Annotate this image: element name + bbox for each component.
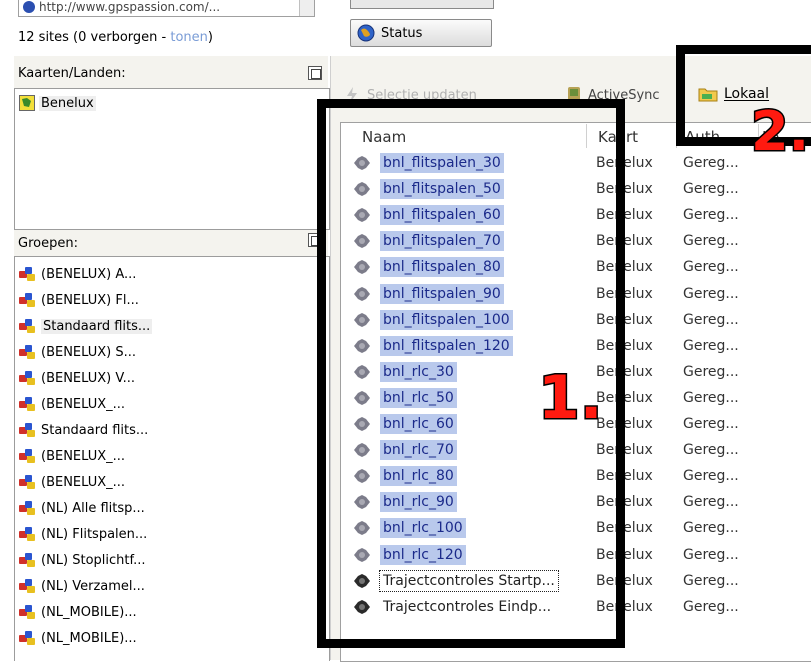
row-auth: Gereg... bbox=[683, 285, 739, 302]
groups-panel-label: Groepen: bbox=[18, 236, 78, 251]
group-item[interactable]: (BENELUX) V... bbox=[19, 367, 135, 389]
group-item-label: (NL) Alle flitsp... bbox=[41, 500, 145, 516]
row-auth: Gereg... bbox=[683, 311, 739, 328]
status-button-label: Status bbox=[381, 25, 423, 41]
group-item-label: (NL) Flitspalen... bbox=[41, 526, 148, 542]
row-auth: Gereg... bbox=[683, 546, 739, 563]
site-url-combobox[interactable]: http://www.gpspassion.com/... bbox=[18, 0, 315, 17]
group-item[interactable]: (BENELUX) Fl... bbox=[19, 289, 139, 311]
url-dropdown-button[interactable] bbox=[299, 0, 314, 16]
row-auth: Gereg... bbox=[683, 207, 739, 224]
row-auth: Gereg... bbox=[683, 363, 739, 380]
group-item[interactable]: (BENELUX_... bbox=[19, 393, 125, 415]
group-item-label: (BENELUX_... bbox=[41, 448, 126, 464]
row-auth: Gereg... bbox=[683, 337, 739, 354]
maps-panel-view-button[interactable] bbox=[308, 66, 322, 80]
group-icon bbox=[19, 449, 37, 463]
maps-list[interactable]: Benelux bbox=[14, 88, 330, 230]
row-auth: Gereg... bbox=[683, 416, 739, 432]
row-auth: Gereg... bbox=[683, 468, 739, 485]
group-item[interactable]: (BENELUX_... bbox=[19, 471, 125, 493]
row-auth: Gereg... bbox=[683, 494, 739, 511]
group-item-label: Standaard flits... bbox=[41, 422, 149, 438]
group-icon bbox=[19, 319, 37, 333]
map-item-benelux[interactable]: Benelux bbox=[19, 95, 96, 111]
group-item[interactable]: (BENELUX) A... bbox=[19, 263, 136, 285]
group-icon bbox=[19, 579, 37, 593]
top-button-edge[interactable] bbox=[350, 0, 494, 9]
group-item[interactable]: (NL_MOBILE)... bbox=[19, 601, 137, 623]
group-icon bbox=[19, 293, 37, 307]
group-icon bbox=[19, 605, 37, 619]
group-item-label: (NL_MOBILE)... bbox=[41, 630, 137, 646]
group-item[interactable]: Standaard flits... bbox=[19, 315, 153, 337]
group-item[interactable]: (BENELUX) S... bbox=[19, 341, 136, 363]
group-item-label: (BENELUX) A... bbox=[41, 266, 137, 282]
groups-list[interactable]: (BENELUX) A... (BENELUX) Fl... Standaard f… bbox=[14, 256, 330, 661]
site-count-text: 12 sites (0 verborgen - bbox=[18, 30, 171, 45]
map-item-label: Benelux bbox=[39, 95, 96, 111]
row-auth: Gereg... bbox=[683, 155, 739, 171]
annotation-number-1: 1. bbox=[537, 363, 605, 433]
group-item[interactable]: (NL) Verzamel... bbox=[19, 575, 145, 597]
row-auth: Gereg... bbox=[683, 389, 739, 406]
group-icon bbox=[19, 423, 37, 437]
site-count: 12 sites (0 verborgen - tonen) bbox=[18, 30, 213, 45]
group-item-label: (BENELUX) S... bbox=[41, 344, 137, 360]
globe-icon bbox=[23, 1, 35, 13]
globe-icon bbox=[357, 24, 375, 42]
row-auth: Gereg... bbox=[683, 181, 739, 198]
group-item[interactable]: (BENELUX_... bbox=[19, 445, 125, 467]
site-url-text: http://www.gpspassion.com/... bbox=[39, 0, 221, 14]
group-item-label: (NL) Verzamel... bbox=[41, 578, 145, 594]
group-icon bbox=[19, 553, 37, 567]
row-auth: Gereg... bbox=[683, 572, 739, 589]
group-item-label: (BENELUX) Fl... bbox=[41, 292, 139, 308]
group-item-label: (BENELUX_... bbox=[41, 396, 126, 412]
row-auth: Gereg... bbox=[683, 520, 739, 537]
row-auth: Gereg... bbox=[683, 598, 739, 615]
status-button[interactable]: Status bbox=[350, 19, 492, 47]
site-count-end: ) bbox=[207, 30, 213, 45]
row-auth: Gereg... bbox=[683, 442, 739, 459]
group-icon bbox=[19, 345, 37, 359]
show-hidden-link[interactable]: tonen bbox=[170, 30, 208, 45]
group-item-label: Standaard flits... bbox=[41, 318, 153, 334]
group-item-label: (NL) Stoplichtf... bbox=[41, 552, 146, 568]
group-item[interactable]: (NL) Flitspalen... bbox=[19, 523, 147, 545]
group-item[interactable]: Standaard flits... bbox=[19, 419, 148, 441]
group-item[interactable]: (NL_MOBILE)... bbox=[19, 627, 137, 649]
group-item-label: (NL_MOBILE)... bbox=[41, 604, 137, 620]
map-icon bbox=[19, 95, 35, 111]
maps-panel-label: Kaarten/Landen: bbox=[18, 66, 126, 81]
group-icon bbox=[19, 267, 37, 281]
group-item[interactable]: (NL) Alle flitsp... bbox=[19, 497, 145, 519]
group-icon bbox=[19, 631, 37, 645]
group-icon bbox=[19, 475, 37, 489]
group-icon bbox=[19, 397, 37, 411]
row-auth: Gereg... bbox=[683, 233, 739, 250]
group-item-label: (BENELUX_... bbox=[41, 474, 126, 490]
row-auth: Gereg... bbox=[683, 259, 739, 276]
annotation-number-2: 2. bbox=[749, 100, 810, 163]
group-item-label: (BENELUX) V... bbox=[41, 370, 135, 386]
group-icon bbox=[19, 371, 37, 385]
group-icon bbox=[19, 527, 37, 541]
group-icon bbox=[19, 501, 37, 515]
group-item[interactable]: (NL) Stoplichtf... bbox=[19, 549, 146, 571]
